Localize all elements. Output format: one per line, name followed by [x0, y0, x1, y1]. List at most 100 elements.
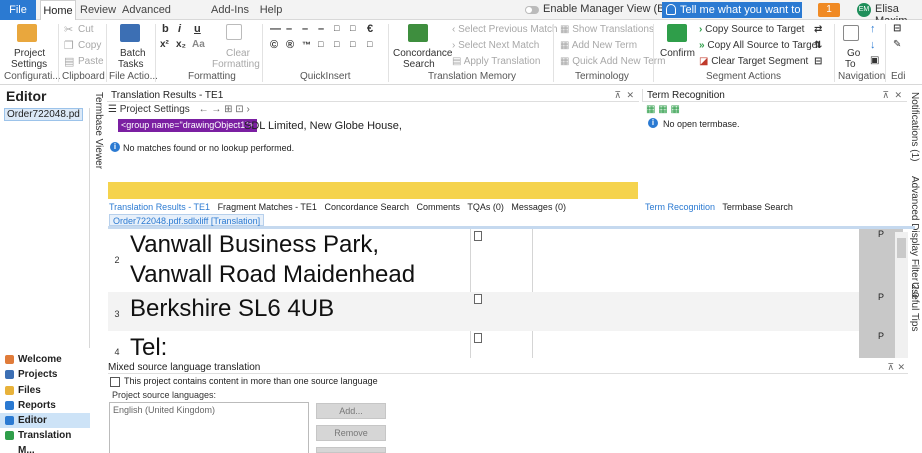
- editor-scrollbar[interactable]: [895, 232, 908, 358]
- manager-view-toggle[interactable]: [525, 6, 539, 14]
- project-settings-link[interactable]: Project Settings: [120, 104, 190, 115]
- multiple-source-checkbox[interactable]: [110, 377, 120, 387]
- batch-tasks-label-2[interactable]: Tasks: [118, 59, 144, 70]
- select-previous-match-button[interactable]: ‹ Select Previous Match: [452, 24, 558, 35]
- nav-item-files[interactable]: Files: [0, 383, 90, 398]
- useful-tips-tab[interactable]: Useful Tips: [909, 282, 920, 331]
- segment-action-icon-2[interactable]: ⇅: [814, 40, 822, 51]
- paste-button[interactable]: Paste: [78, 56, 104, 67]
- nav-item-welcome[interactable]: Welcome: [0, 352, 90, 367]
- select-next-match-button[interactable]: › Select Next Match: [452, 40, 539, 51]
- tab-fragment-matches[interactable]: Fragment Matches - TE1: [218, 202, 317, 212]
- quickinsert-registered[interactable]: ®: [286, 39, 294, 51]
- confirm-button[interactable]: Confirm: [660, 48, 695, 59]
- project-settings-label-1[interactable]: Project: [14, 48, 45, 59]
- list-item[interactable]: English (United Kingdom): [113, 405, 215, 415]
- tab-advanced[interactable]: Advanced: [122, 0, 171, 20]
- tab-tqas[interactable]: TQAs (0): [467, 202, 504, 212]
- bold-button[interactable]: b: [162, 23, 169, 35]
- tab-add-ins[interactable]: Add-Ins: [210, 0, 250, 20]
- quickinsert-copyright[interactable]: ©: [270, 39, 278, 51]
- nav-item-editor[interactable]: Editor: [0, 413, 90, 429]
- notification-badge[interactable]: 1: [818, 3, 840, 17]
- close-icon[interactable]: ✕: [626, 89, 634, 102]
- tab-file[interactable]: File: [0, 0, 36, 20]
- document-tab[interactable]: Order722048.pdf.sdlxliff [Translation]: [109, 214, 265, 226]
- arrow-up-icon[interactable]: ↑: [870, 23, 876, 35]
- navigation-arrows-icon[interactable]: ← → ⊞ ⊡ ›: [199, 104, 250, 115]
- segment-action-icon-1[interactable]: ⇄: [814, 24, 822, 35]
- nav-item-reports[interactable]: Reports: [0, 398, 90, 413]
- quickinsert-box-5[interactable]: □: [350, 39, 355, 49]
- tab-termbase-search[interactable]: Termbase Search: [722, 202, 793, 212]
- italic-button[interactable]: i: [178, 23, 181, 35]
- segment-action-icon-3[interactable]: ⊟: [814, 56, 822, 67]
- editing-icon-1[interactable]: ⊟: [893, 23, 901, 34]
- remove-language-button[interactable]: Remove: [316, 425, 386, 441]
- table-row[interactable]: 2 Vanwall Business Park, Vanwall Road Ma…: [108, 229, 908, 292]
- arrow-down-icon[interactable]: ↓: [870, 39, 876, 51]
- concordance-search-label-1[interactable]: Concordance: [393, 48, 452, 59]
- add-language-button[interactable]: Add...: [316, 403, 386, 419]
- apply-translation-button[interactable]: ▤ Apply Translation: [452, 56, 540, 67]
- change-case-button[interactable]: Aa: [192, 39, 205, 50]
- notifications-tab[interactable]: Notifications (1): [909, 92, 920, 161]
- quickinsert-box-3[interactable]: □: [318, 39, 323, 49]
- tab-help[interactable]: Help: [256, 0, 286, 20]
- tab-translation-results[interactable]: Translation Results - TE1: [109, 202, 210, 212]
- avatar[interactable]: EM: [857, 3, 871, 17]
- quickinsert-euro[interactable]: €: [367, 23, 373, 35]
- tree-item-file[interactable]: Order722048.pd: [4, 108, 83, 121]
- quickinsert-box-2[interactable]: □: [350, 23, 355, 33]
- advanced-display-filter-tab[interactable]: Advanced Display Filter 2.0: [909, 176, 920, 298]
- quickinsert-box-1[interactable]: □: [334, 23, 339, 33]
- superscript-button[interactable]: x²: [160, 39, 169, 50]
- project-settings-label-2[interactable]: Settings: [11, 59, 47, 70]
- show-translations-button[interactable]: ▦ Show Translations: [560, 24, 654, 35]
- clear-formatting-label-1[interactable]: Clear: [226, 48, 250, 59]
- copy-all-source-to-target-button[interactable]: » Copy All Source to Target: [699, 40, 820, 51]
- scrollbar-thumb[interactable]: [897, 238, 906, 258]
- copy-source-to-target-button[interactable]: › Copy Source to Target: [699, 24, 804, 35]
- copy-button[interactable]: Copy: [78, 40, 101, 51]
- nav-item-translation-memories[interactable]: Translation M...: [0, 428, 90, 453]
- batch-tasks-label-1[interactable]: Batch: [120, 48, 146, 59]
- quickinsert-dash-3[interactable]: –: [318, 23, 324, 35]
- clear-formatting-label-2[interactable]: Formatting: [212, 59, 260, 70]
- tab-concordance-search[interactable]: Concordance Search: [324, 202, 409, 212]
- tab-term-recognition[interactable]: Term Recognition: [645, 202, 715, 212]
- pin-icon[interactable]: ⊼: [614, 89, 621, 102]
- tell-me-search[interactable]: Tell me what you want to do...: [662, 2, 802, 32]
- go-to-label-2[interactable]: To: [845, 59, 856, 70]
- table-row[interactable]: 3 Berkshire SL6 4UB P: [108, 292, 908, 331]
- source-languages-list[interactable]: English (United Kingdom): [109, 402, 309, 453]
- tab-home[interactable]: Home: [40, 0, 76, 21]
- subscript-button[interactable]: x₂: [176, 39, 186, 50]
- navigation-extra-icon[interactable]: ▣: [870, 55, 879, 66]
- quickinsert-em-dash[interactable]: —: [270, 23, 281, 35]
- concordance-search-label-2[interactable]: Search: [403, 59, 435, 70]
- quickinsert-trademark[interactable]: ™: [302, 40, 311, 50]
- term-recognition-toolbar-icons[interactable]: ▦ ▦ ▦: [646, 104, 680, 115]
- table-row[interactable]: 4 Tel: P: [108, 331, 908, 358]
- tab-review[interactable]: Review: [80, 0, 116, 20]
- add-new-term-button[interactable]: ▦ Add New Term: [560, 40, 637, 51]
- underline-button[interactable]: u: [194, 23, 201, 35]
- pin-icon[interactable]: ⊼: [887, 361, 894, 374]
- nav-item-projects[interactable]: Projects: [0, 367, 90, 382]
- pin-icon[interactable]: ⊼: [882, 89, 889, 102]
- quick-add-new-term-button[interactable]: ▦ Quick Add New Term: [560, 56, 665, 67]
- close-icon[interactable]: ✕: [894, 89, 902, 102]
- clear-target-segment-button[interactable]: ◪ Clear Target Segment: [699, 56, 808, 67]
- quickinsert-en-dash[interactable]: –: [286, 23, 292, 35]
- cut-button[interactable]: Cut: [78, 24, 94, 35]
- quickinsert-box-6[interactable]: □: [367, 39, 372, 49]
- set-as-default-button[interactable]: [316, 447, 386, 453]
- editing-icon-2[interactable]: ✎: [893, 39, 901, 50]
- settings-icon[interactable]: ☰: [108, 104, 117, 115]
- termbase-viewer-tab[interactable]: Termbase Viewer: [93, 92, 104, 169]
- close-icon[interactable]: ✕: [897, 361, 905, 374]
- quickinsert-dash-2[interactable]: –: [302, 23, 308, 35]
- tab-messages[interactable]: Messages (0): [511, 202, 566, 212]
- go-to-label-1[interactable]: Go: [847, 48, 860, 59]
